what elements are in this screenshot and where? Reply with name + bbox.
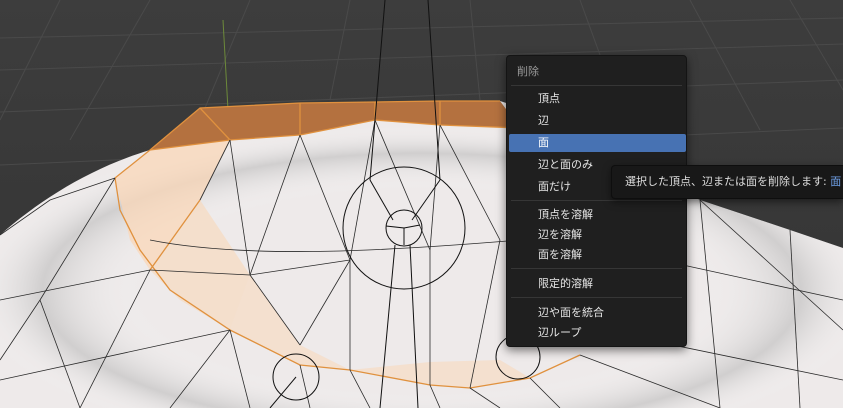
tooltip: 選択した頂点、辺または面を削除します: 面 [611, 165, 843, 199]
menu-title: 削除 [517, 65, 539, 78]
menu-item-dissolve-vertices[interactable]: 頂点を溶解 [509, 206, 686, 224]
menu-item-edge-loops[interactable]: 辺ループ [509, 324, 686, 342]
menu-separator [511, 85, 682, 86]
3d-viewport[interactable] [0, 0, 843, 408]
menu-item-delete-edges[interactable]: 辺 [509, 112, 686, 130]
menu-item-delete-faces[interactable]: 面 [509, 134, 686, 152]
delete-menu: 削除 頂点 辺 面 辺と面のみ 面だけ 頂点を溶解 辺を溶解 面を溶解 限定的溶… [506, 55, 687, 347]
menu-item-delete-vertices[interactable]: 頂点 [509, 90, 686, 108]
menu-separator [511, 268, 682, 269]
tooltip-description: 選択した頂点、辺または面を削除します: [625, 175, 827, 188]
menu-item-dissolve-edges[interactable]: 辺を溶解 [509, 226, 686, 244]
menu-separator [511, 200, 682, 201]
menu-item-limited-dissolve[interactable]: 限定的溶解 [509, 275, 686, 293]
menu-item-collapse-edges-faces[interactable]: 辺や面を統合 [509, 304, 686, 322]
tooltip-value: 面 [830, 175, 842, 188]
menu-separator [511, 297, 682, 298]
menu-item-dissolve-faces[interactable]: 面を溶解 [509, 246, 686, 264]
